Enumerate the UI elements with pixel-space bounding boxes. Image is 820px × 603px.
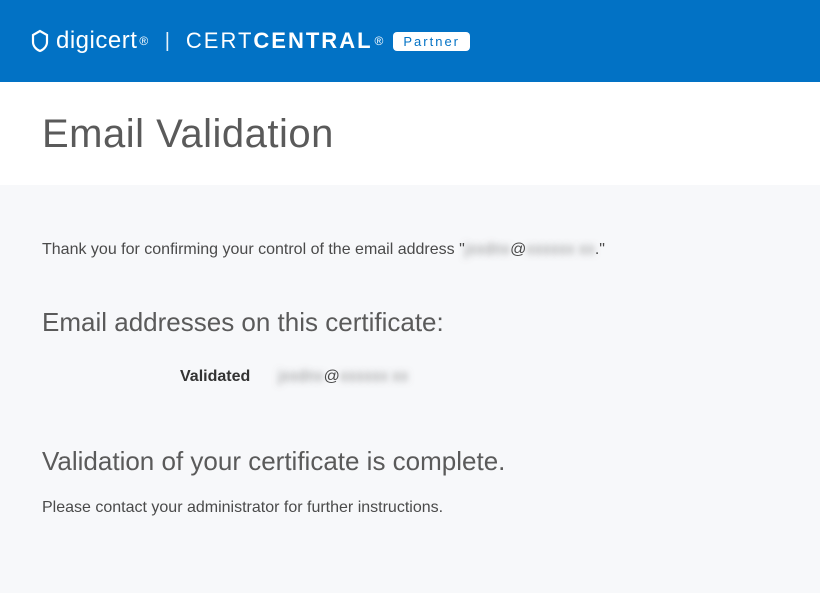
validated-email-row: Validated jxxdnx@xxxxxx xx <box>42 368 778 386</box>
digicert-logo: digicert® <box>28 27 149 55</box>
validated-email-at: @ <box>324 368 340 385</box>
instruction-text: Please contact your administrator for fu… <box>42 499 778 517</box>
content-section: Thank you for confirming your control of… <box>0 185 820 593</box>
page-title: Email Validation <box>42 112 778 157</box>
confirmed-email-user: jxxdnx <box>465 241 510 258</box>
confirmed-email-domain: xxxxxx xx <box>526 241 594 258</box>
confirmation-prefix: Thank you for confirming your control of… <box>42 241 465 258</box>
digicert-brand-text: digicert <box>56 27 137 55</box>
certcentral-suffix: CENTRAL <box>253 28 372 54</box>
validated-email-value: jxxdnx@xxxxxx xx <box>278 368 408 386</box>
validated-email-domain: xxxxxx xx <box>340 368 408 385</box>
brand-divider: | <box>165 30 170 53</box>
title-section: Email Validation <box>0 82 820 185</box>
emails-heading: Email addresses on this certificate: <box>42 307 778 338</box>
confirmed-email-at: @ <box>510 241 526 258</box>
confirmation-suffix: ." <box>595 241 605 258</box>
digicert-shield-icon <box>28 29 52 53</box>
confirmation-text: Thank you for confirming your control of… <box>42 241 778 259</box>
completion-heading: Validation of your certificate is comple… <box>42 446 778 477</box>
validated-email-user: jxxdnx <box>278 368 323 385</box>
registered-mark-2: ® <box>375 34 386 48</box>
registered-mark: ® <box>139 34 148 48</box>
partner-badge: Partner <box>393 32 470 51</box>
header-bar: digicert® | CERTCENTRAL® Partner <box>0 0 820 82</box>
certcentral-logo: CERTCENTRAL® Partner <box>186 28 470 54</box>
certcentral-prefix: CERT <box>186 28 254 54</box>
validated-label: Validated <box>180 368 250 386</box>
